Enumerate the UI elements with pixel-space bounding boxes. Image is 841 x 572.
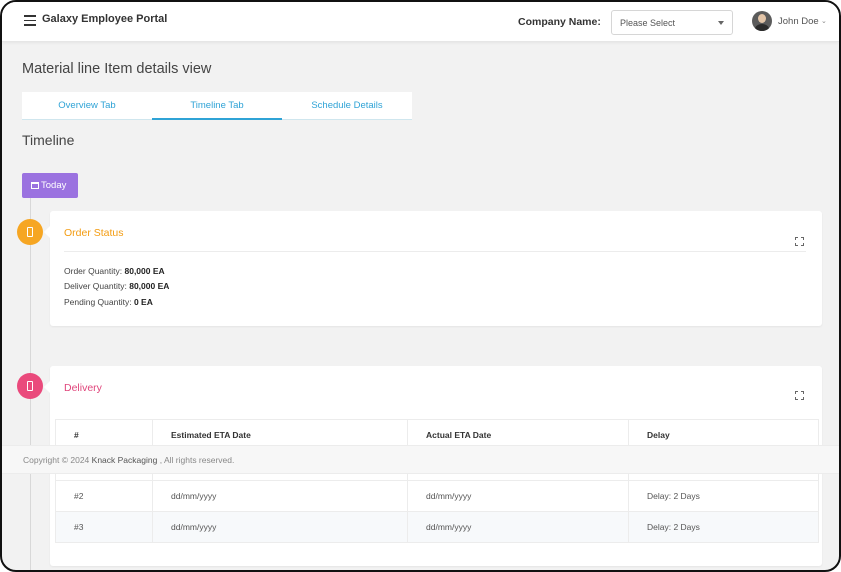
table-cell: dd/mm/yyyy: [152, 511, 408, 543]
order-status-title: Order Status: [64, 227, 124, 239]
tab-bar: Overview Tab Timeline Tab Schedule Detai…: [22, 92, 412, 120]
top-navbar: Galaxy Employee Portal Company Name: Ple…: [2, 2, 839, 42]
deliver-quantity: Deliver Quantity: 80,000 EA: [64, 281, 170, 291]
footer: Copyright © 2024 Knack Packaging , All r…: [2, 445, 839, 474]
order-quantity: Order Quantity: 80,000 EA: [64, 266, 165, 276]
page-title: Material line Item details view: [22, 61, 212, 77]
timeline-heading: Timeline: [22, 132, 75, 148]
avatar[interactable]: [752, 11, 772, 31]
expand-icon[interactable]: [795, 237, 804, 246]
order-status-card: Order Status Order Quantity: 80,000 EA D…: [44, 211, 822, 326]
table-row: #3 dd/mm/yyyy dd/mm/yyyy Delay: 2 Days: [55, 511, 819, 543]
tab-timeline[interactable]: Timeline Tab: [152, 92, 282, 120]
table-cell: dd/mm/yyyy: [407, 511, 629, 543]
calendar-icon: [31, 182, 39, 189]
copyright-text: Copyright © 2024 Knack Packaging , All r…: [23, 455, 235, 465]
expand-icon[interactable]: [795, 391, 804, 400]
chevron-down-icon: [718, 21, 724, 25]
brand-title: Galaxy Employee Portal: [42, 13, 168, 25]
today-button-label: Today: [41, 180, 67, 191]
delivery-table: # Estimated ETA Date Actual ETA Date Del…: [55, 419, 819, 543]
pending-quantity: Pending Quantity: 0 EA: [64, 297, 153, 307]
table-cell: dd/mm/yyyy: [152, 480, 408, 512]
user-name[interactable]: John Doe: [778, 16, 819, 27]
tab-overview[interactable]: Overview Tab: [22, 92, 152, 120]
footer-company-link[interactable]: Knack Packaging: [92, 455, 158, 465]
app-window: Galaxy Employee Portal Company Name: Ple…: [0, 0, 841, 572]
table-cell: Delay: 2 Days: [628, 511, 819, 543]
hamburger-menu-icon[interactable]: [24, 15, 36, 26]
company-name-label: Company Name:: [518, 16, 601, 28]
company-select[interactable]: Please Select: [611, 10, 733, 35]
delivery-title: Delivery: [64, 382, 102, 394]
table-cell: #3: [55, 511, 153, 543]
company-select-value: Please Select: [620, 18, 676, 28]
table-cell: Delay: 2 Days: [628, 480, 819, 512]
delivery-marker-icon: [17, 373, 43, 399]
table-cell: dd/mm/yyyy: [407, 480, 629, 512]
order-status-marker-icon: [17, 219, 43, 245]
table-row: #2 dd/mm/yyyy dd/mm/yyyy Delay: 2 Days: [55, 480, 819, 512]
tab-schedule-details[interactable]: Schedule Details: [282, 92, 412, 120]
table-cell: #2: [55, 480, 153, 512]
today-button[interactable]: Today: [22, 173, 78, 198]
user-menu-chevron-icon[interactable]: ⌄: [821, 17, 827, 25]
